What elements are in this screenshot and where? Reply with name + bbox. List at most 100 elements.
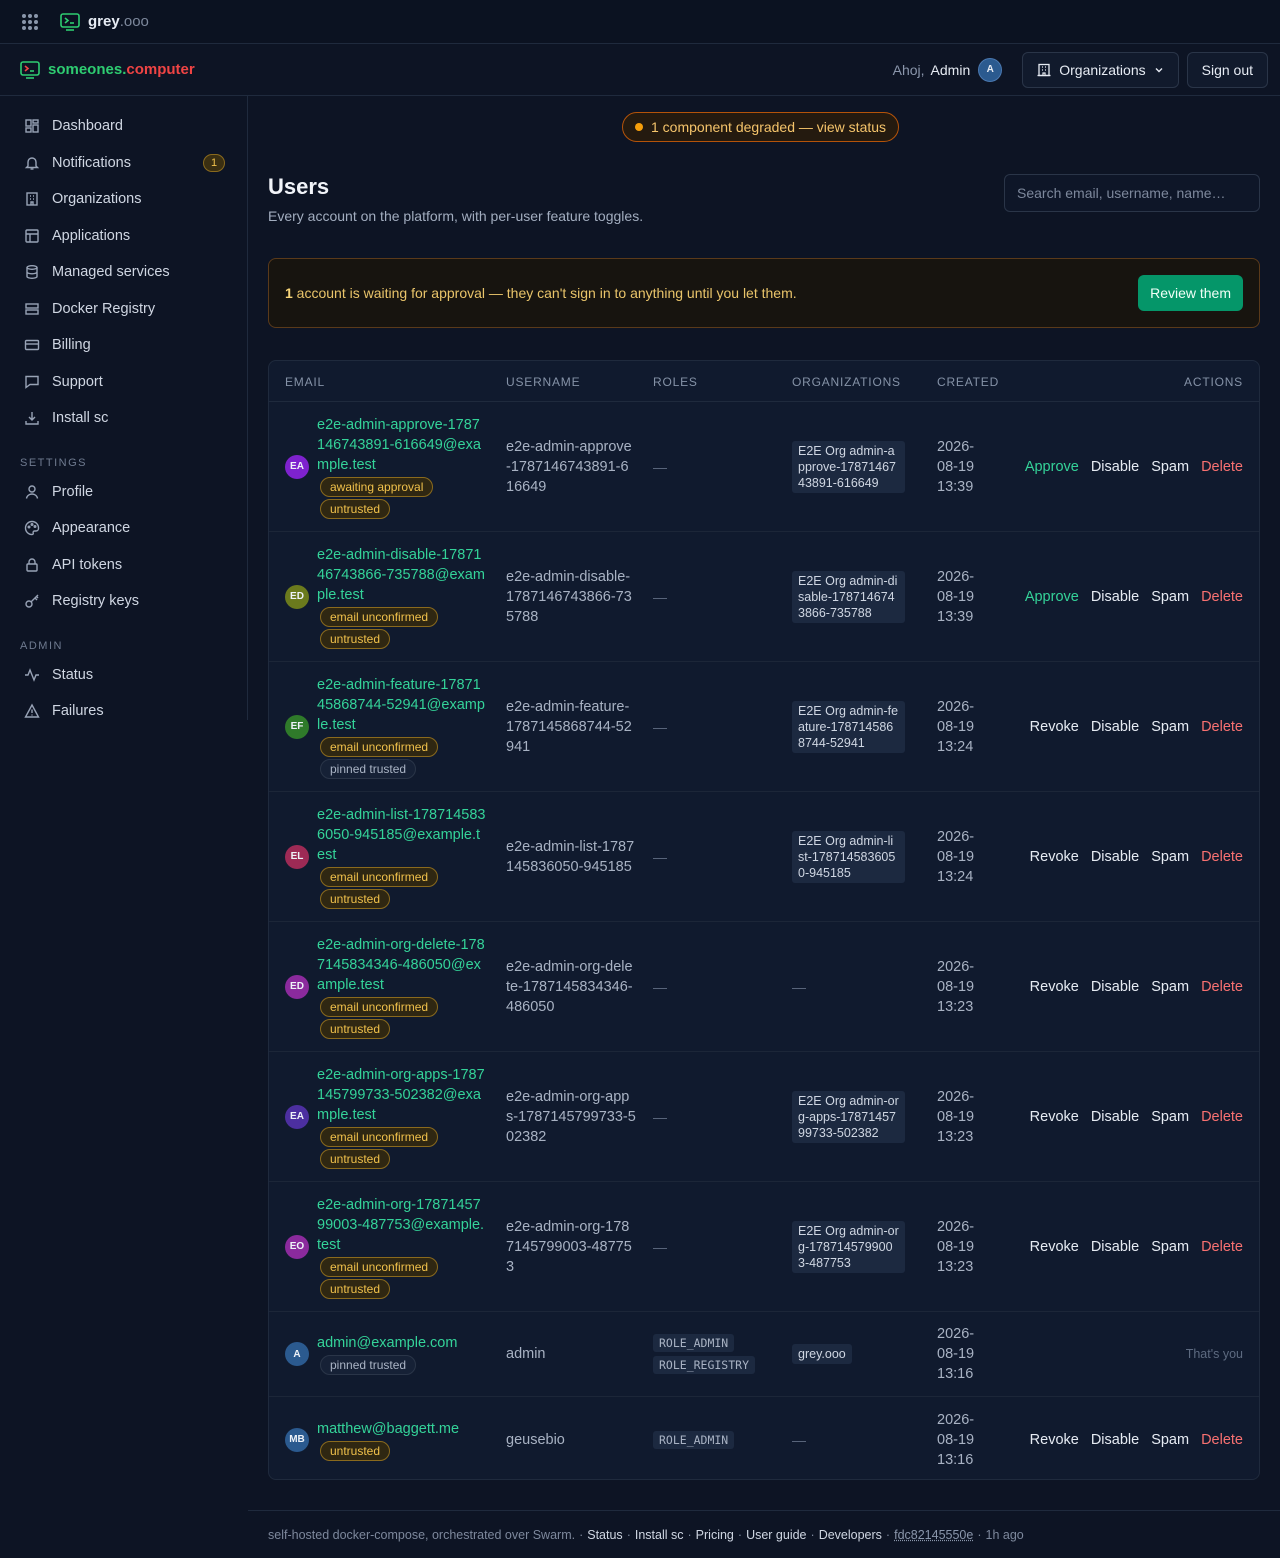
sidebar-item-managed-services[interactable]: Managed services — [0, 254, 247, 291]
approve-button[interactable]: Approve — [1025, 589, 1079, 605]
dashboard-icon — [24, 118, 40, 134]
review-them-button[interactable]: Review them — [1138, 275, 1243, 311]
sidebar-item-support[interactable]: Support — [0, 364, 247, 401]
disable-button[interactable]: Disable — [1091, 1109, 1139, 1125]
sidebar-item-notifications[interactable]: Notifications 1 — [0, 145, 247, 182]
spam-button[interactable]: Spam — [1151, 1109, 1189, 1125]
spam-button[interactable]: Spam — [1151, 1239, 1189, 1255]
user-email-link[interactable]: e2e-admin-list-1787145836050-945185@exam… — [317, 805, 487, 865]
sidebar-item-api-tokens[interactable]: API tokens — [0, 547, 247, 584]
organizations-dropdown[interactable]: Organizations — [1022, 51, 1179, 88]
sidebar-item-label: Appearance — [52, 520, 131, 537]
revoke-button[interactable]: Revoke — [1030, 979, 1079, 995]
disable-button[interactable]: Disable — [1091, 719, 1139, 735]
status-badge: untrusted — [320, 1148, 391, 1169]
delete-button[interactable]: Delete — [1201, 1432, 1243, 1448]
sidebar-item-status[interactable]: Status — [0, 657, 247, 694]
sidebar-item-registry-keys[interactable]: Registry keys — [0, 583, 247, 620]
avatar: EF — [285, 714, 309, 739]
avatar[interactable]: A — [978, 57, 1003, 82]
bell-icon — [24, 155, 40, 171]
org-chip[interactable]: E2E Org admin-feature-1787145868744-5294… — [792, 700, 905, 753]
status-badge: untrusted — [320, 1018, 391, 1039]
revoke-button[interactable]: Revoke — [1030, 719, 1079, 735]
sidebar-item-billing[interactable]: Billing — [0, 327, 247, 364]
status-badge: awaiting approval — [320, 476, 434, 497]
delete-button[interactable]: Delete — [1201, 1239, 1243, 1255]
sidebar-item-organizations[interactable]: Organizations — [0, 181, 247, 218]
spam-button[interactable]: Spam — [1151, 979, 1189, 995]
delete-button[interactable]: Delete — [1201, 719, 1243, 735]
delete-button[interactable]: Delete — [1201, 979, 1243, 995]
delete-button[interactable]: Delete — [1201, 459, 1243, 475]
user-email-link[interactable]: e2e-admin-org-apps-1787145799733-502382@… — [317, 1065, 487, 1125]
revoke-button[interactable]: Revoke — [1030, 849, 1079, 865]
user-email-link[interactable]: e2e-admin-org-1787145799003-487753@examp… — [317, 1195, 487, 1255]
spam-button[interactable]: Spam — [1151, 459, 1189, 475]
notification-count-badge: 1 — [203, 153, 225, 172]
user-email-link[interactable]: e2e-admin-org-delete-1787145834346-48605… — [317, 935, 487, 995]
lock-icon — [24, 557, 40, 573]
org-chip[interactable]: E2E Org admin-list-1787145836050-945185 — [792, 830, 905, 883]
sidebar-item-appearance[interactable]: Appearance — [0, 510, 247, 547]
sidebar-item-label: Organizations — [52, 191, 142, 208]
user-email-link[interactable]: matthew@baggett.me — [317, 1419, 487, 1439]
spam-button[interactable]: Spam — [1151, 589, 1189, 605]
disable-button[interactable]: Disable — [1091, 1432, 1139, 1448]
disable-button[interactable]: Disable — [1091, 459, 1139, 475]
sidebar-item-install-sc[interactable]: Install sc — [0, 400, 247, 437]
sign-out-button[interactable]: Sign out — [1186, 51, 1268, 88]
grey-brand[interactable]: grey.ooo — [60, 12, 149, 31]
users-table: EMAIL USERNAME ROLES ORGANIZATIONS CREAT… — [268, 360, 1260, 1480]
disable-button[interactable]: Disable — [1091, 1239, 1139, 1255]
footer-link-install-sc[interactable]: Install sc — [635, 1528, 684, 1542]
sidebar-item-failures[interactable]: Failures — [0, 693, 247, 730]
org-chip[interactable]: E2E Org admin-approve-1787146743891-6166… — [792, 440, 905, 493]
app-logo[interactable]: someones.computer — [20, 60, 195, 79]
spam-button[interactable]: Spam — [1151, 849, 1189, 865]
page-subtitle: Every account on the platform, with per-… — [268, 208, 644, 224]
footer-link-user-guide[interactable]: User guide — [746, 1528, 806, 1542]
org-chip[interactable]: grey.ooo — [792, 1344, 852, 1364]
footer-link-pricing[interactable]: Pricing — [696, 1528, 734, 1542]
sidebar-item-applications[interactable]: Applications — [0, 218, 247, 255]
sidebar-item-docker-registry[interactable]: Docker Registry — [0, 291, 247, 328]
revoke-button[interactable]: Revoke — [1030, 1109, 1079, 1125]
disable-button[interactable]: Disable — [1091, 979, 1139, 995]
table-row: ED e2e-admin-org-delete-1787145834346-486… — [269, 922, 1259, 1052]
disable-button[interactable]: Disable — [1091, 849, 1139, 865]
delete-button[interactable]: Delete — [1201, 589, 1243, 605]
user-email-link[interactable]: e2e-admin-feature-1787145868744-52941@ex… — [317, 675, 487, 735]
approval-message: account is waiting for approval — they c… — [292, 285, 797, 301]
table-row: ED e2e-admin-disable-1787146743866-735788… — [269, 532, 1259, 662]
footer-link-status[interactable]: Status — [587, 1528, 622, 1542]
revoke-button[interactable]: Revoke — [1030, 1239, 1079, 1255]
roles-empty: — — [653, 848, 667, 865]
delete-button[interactable]: Delete — [1201, 1109, 1243, 1125]
status-banner[interactable]: 1 component degraded — view status — [622, 112, 900, 142]
organizations-cell: E2E Org admin-org-1787145799003-487753 — [792, 1220, 905, 1273]
approve-button[interactable]: Approve — [1025, 459, 1079, 475]
org-chip[interactable]: E2E Org admin-org-apps-1787145799733-502… — [792, 1090, 905, 1143]
user-email-link[interactable]: admin@example.com — [317, 1333, 487, 1353]
spam-button[interactable]: Spam — [1151, 719, 1189, 735]
spam-button[interactable]: Spam — [1151, 1432, 1189, 1448]
table-row: Aadmin@example.com pinned trusted admin ROL… — [269, 1312, 1259, 1397]
user-email-link[interactable]: e2e-admin-approve-1787146743891-616649@e… — [317, 415, 487, 475]
sidebar-item-dashboard[interactable]: Dashboard — [0, 108, 247, 145]
actions-cell: Revoke Disable Spam Delete — [1030, 1109, 1243, 1125]
user-email-link[interactable]: e2e-admin-disable-1787146743866-735788@e… — [317, 545, 487, 605]
app-grid-icon[interactable] — [22, 13, 38, 30]
commit-hash[interactable]: fdc82145550e — [894, 1528, 973, 1542]
sidebar-item-label: Dashboard — [52, 118, 123, 135]
search-input[interactable] — [1004, 174, 1260, 212]
revoke-button[interactable]: Revoke — [1030, 1432, 1079, 1448]
delete-button[interactable]: Delete — [1201, 849, 1243, 865]
sidebar-item-profile[interactable]: Profile — [0, 474, 247, 511]
admin-heading: ADMIN — [20, 639, 63, 652]
disable-button[interactable]: Disable — [1091, 589, 1139, 605]
org-chip[interactable]: E2E Org admin-org-1787145799003-487753 — [792, 1220, 905, 1273]
app-header: someones.computer Ahoj, Admin A Organiza… — [0, 44, 1280, 96]
footer-link-developers[interactable]: Developers — [819, 1528, 882, 1542]
org-chip[interactable]: E2E Org admin-disable-1787146743866-7357… — [792, 570, 905, 623]
